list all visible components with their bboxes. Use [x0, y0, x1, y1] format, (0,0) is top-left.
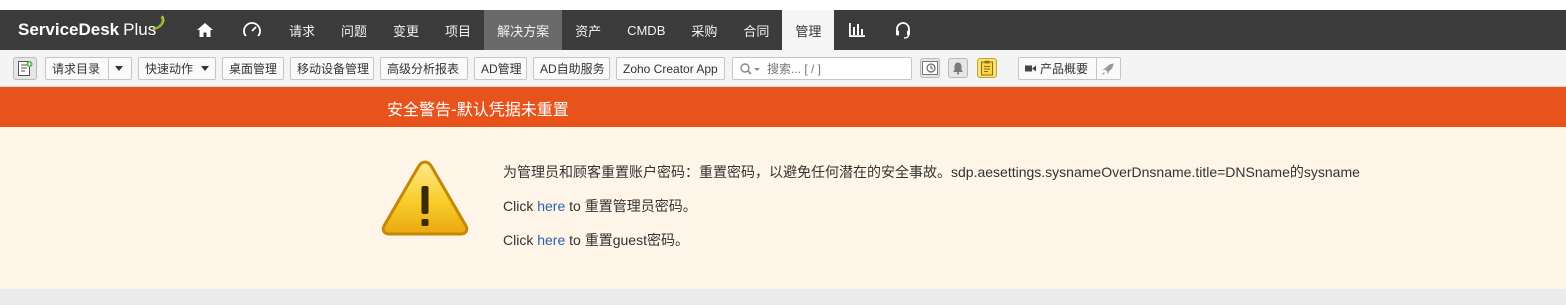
nav-admin[interactable]: 管理	[782, 10, 835, 50]
search-box[interactable]	[732, 57, 912, 80]
quick-toolbar: 请求目录 快速动作 桌面管理 移动设备管理 高级分析报表 AD管理 AD自助服务…	[0, 50, 1566, 87]
search-input[interactable]	[763, 61, 897, 76]
nav-assets[interactable]: 资产	[562, 10, 614, 50]
nav-home[interactable]	[182, 10, 228, 50]
chevron-down-icon	[201, 66, 210, 71]
ad-management-button[interactable]: AD管理	[474, 57, 527, 80]
new-request-button[interactable]	[13, 57, 37, 80]
to-text: to	[569, 198, 581, 214]
nav-projects[interactable]: 项目	[432, 10, 484, 50]
nav-dashboard[interactable]	[228, 10, 276, 50]
nav-reports[interactable]	[834, 10, 880, 50]
search-icon	[740, 62, 760, 75]
warning-icon	[381, 160, 469, 236]
product-overview-label: 产品概要	[1040, 62, 1089, 76]
to-text: to	[569, 232, 581, 248]
nav-support[interactable]	[880, 10, 926, 50]
brand-logo[interactable]: ServiceDesk Plus	[0, 10, 182, 50]
page-footer-area	[0, 289, 1566, 305]
advanced-analytics-button[interactable]: 高级分析报表	[380, 57, 468, 80]
reset-admin-line: Click here to 重置管理员密码。	[503, 196, 697, 216]
alert-message: 为管理员和顾客重置账户密码：重置密码，以避免任何潜在的安全事故。sdp.aese…	[503, 164, 1360, 180]
quick-actions-dropdown[interactable]: 快速动作	[138, 57, 216, 80]
desktop-management-button[interactable]: 桌面管理	[222, 57, 284, 80]
nav-purchase[interactable]: 采购	[678, 10, 730, 50]
click-text: Click	[503, 232, 534, 248]
alert-title: 安全警告-默认凭据未重置	[387, 100, 569, 119]
reset-admin-link[interactable]: here	[537, 198, 565, 214]
main-nav-bar: ServiceDesk Plus 请求 问题 变更 项目 解决方案 资产 CMDB…	[0, 10, 1566, 50]
reminders-button[interactable]	[977, 58, 997, 78]
clipboard-icon	[981, 60, 993, 76]
reset-admin-text: 重置管理员密码。	[584, 198, 697, 214]
reset-guest-text: 重置guest密码。	[584, 232, 689, 248]
reset-guest-line: Click here to 重置guest密码。	[503, 230, 689, 250]
notifications-button[interactable]	[948, 58, 968, 78]
mobile-device-management-button[interactable]: 移动设备管理	[290, 57, 374, 80]
request-catalog-label: 请求目录	[52, 62, 101, 76]
product-overview-button[interactable]: 产品概要	[1018, 57, 1121, 80]
request-catalog-dropdown[interactable]: 请求目录	[45, 57, 132, 80]
security-alert-header: 安全警告-默认凭据未重置	[0, 87, 1566, 127]
nav-cmdb[interactable]: CMDB	[614, 10, 678, 50]
bell-icon	[953, 62, 963, 75]
nav-changes[interactable]: 变更	[380, 10, 432, 50]
chevron-down-icon	[115, 66, 124, 71]
ad-self-service-button[interactable]: AD自助服务	[533, 57, 610, 80]
divider	[1096, 58, 1098, 79]
nav-problems[interactable]: 问题	[328, 10, 380, 50]
video-camera-icon	[1025, 65, 1036, 72]
security-alert-body: 为管理员和顾客重置账户密码：重置密码，以避免任何潜在的安全事故。sdp.aese…	[0, 127, 1566, 289]
new-request-icon	[18, 61, 33, 76]
brand-name: ServiceDesk	[18, 20, 120, 39]
top-strip	[0, 0, 1566, 10]
nav-requests[interactable]: 请求	[276, 10, 328, 50]
divider	[108, 58, 110, 79]
bar-chart-icon	[849, 23, 866, 37]
headset-icon	[896, 22, 911, 39]
zoho-creator-app-button[interactable]: Zoho Creator App	[616, 57, 725, 80]
quick-actions-label: 快速动作	[145, 62, 194, 76]
nav-contracts[interactable]: 合同	[730, 10, 782, 50]
speedometer-icon	[243, 22, 261, 39]
click-text: Click	[503, 198, 534, 214]
home-icon	[197, 23, 213, 37]
history-button[interactable]	[920, 58, 940, 78]
brand-swoosh-icon	[152, 15, 165, 31]
rocket-icon	[1102, 63, 1114, 75]
reset-guest-link[interactable]: here	[537, 232, 565, 248]
nav-solutions[interactable]: 解决方案	[484, 10, 563, 50]
clock-history-icon	[922, 61, 938, 75]
